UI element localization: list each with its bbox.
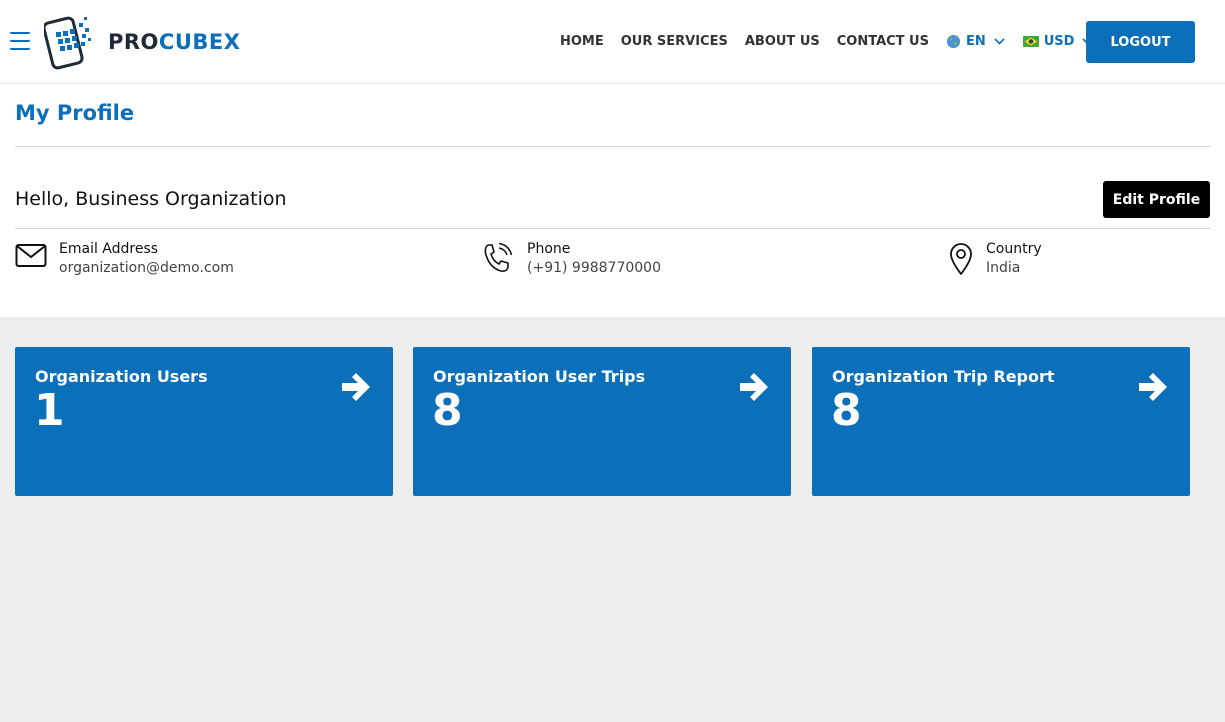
nav-our-services[interactable]: OUR SERVICES (621, 34, 728, 49)
language-dropdown[interactable]: EN (946, 34, 1005, 49)
divider (15, 146, 1210, 147)
phone-value: (+91) 9988770000 (527, 260, 661, 276)
email-value: organization@demo.com (59, 260, 234, 276)
arrow-right-icon[interactable] (338, 369, 374, 405)
currency-label: USD (1043, 33, 1075, 49)
card-organization-trip-report[interactable]: Organization Trip Report 8 (812, 347, 1190, 496)
phone-label: Phone (527, 241, 571, 257)
logo-text: PROCUBEX (108, 30, 241, 54)
divider (15, 228, 1210, 229)
currency-flag-icon (1022, 35, 1039, 47)
nav-about-us[interactable]: ABOUT US (745, 34, 820, 49)
country-label: Country (986, 241, 1042, 257)
summary-cards: Organization Users 1 Organization User T… (15, 347, 1195, 496)
card-organization-user-trips[interactable]: Organization User Trips 8 (413, 347, 791, 496)
card-title: Organization User Trips (433, 367, 646, 386)
brand-logo[interactable]: PROCUBEX (44, 14, 240, 70)
arrow-right-icon[interactable] (736, 369, 772, 405)
profile-panel: My Profile Hello, Business Organization … (0, 84, 1225, 317)
currency-dropdown[interactable]: USD (1022, 33, 1094, 49)
card-count: 1 (34, 385, 65, 436)
logout-button[interactable]: LOGOUT (1086, 21, 1195, 63)
menu-toggle-icon[interactable] (10, 32, 30, 50)
email-label: Email Address (59, 241, 159, 257)
nav-home[interactable]: HOME (560, 34, 604, 49)
card-count: 8 (432, 385, 463, 436)
email-info: Email Address organization@demo.com (15, 240, 234, 278)
page-title: My Profile (15, 101, 135, 125)
phone-icon (481, 242, 515, 276)
card-title: Organization Users (35, 367, 208, 386)
phone-info: Phone (+91) 9988770000 (481, 240, 661, 278)
language-label: EN (965, 33, 986, 49)
procubex-logo-icon (44, 16, 91, 70)
globe-icon (946, 34, 961, 49)
mail-icon (15, 242, 47, 268)
country-info: Country India (948, 240, 1042, 278)
country-value: India (986, 260, 1021, 276)
location-pin-icon (948, 242, 974, 276)
arrow-right-icon[interactable] (1135, 369, 1171, 405)
edit-profile-button[interactable]: Edit Profile (1103, 181, 1210, 218)
card-organization-users[interactable]: Organization Users 1 (15, 347, 393, 496)
greeting-text: Hello, Business Organization (15, 188, 287, 210)
card-count: 8 (831, 385, 862, 436)
top-header: PROCUBEX HOME OUR SERVICES ABOUT US CONT… (0, 0, 1225, 84)
nav-contact-us[interactable]: CONTACT US (837, 34, 929, 49)
chevron-down-icon (994, 37, 1005, 45)
card-title: Organization Trip Report (832, 367, 1055, 386)
main-nav: HOME OUR SERVICES ABOUT US CONTACT US EN (560, 0, 1111, 82)
